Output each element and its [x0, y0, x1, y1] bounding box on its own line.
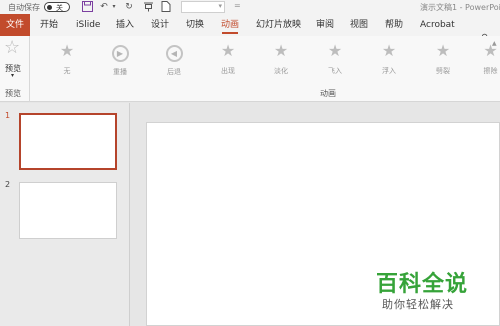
effect-replay[interactable]: ▶ 重播 [105, 42, 135, 76]
animation-group-label: 动画 [320, 89, 336, 98]
powerpoint-window: 自动保存 关 ↶ ▾ ↻ ▾ = 演示文稿1 - PowerPoint 文件 开… [0, 0, 500, 326]
title-bar: 自动保存 关 ↶ ▾ ↻ ▾ = 演示文稿1 - PowerPoint [0, 0, 500, 14]
ribbon-tabs: 文件 开始 iSlide 插入 设计 切换 动画 幻灯片放映 审阅 视图 帮助 … [0, 14, 500, 44]
slide-thumbnail-pane[interactable]: 1 2 [0, 103, 130, 326]
effect-fly-in[interactable]: ★ 飞入 [320, 42, 350, 76]
float-in-icon: ★ [381, 41, 397, 60]
effect-fade[interactable]: ★ 淡化 [266, 42, 296, 76]
tab-file[interactable]: 文件 [0, 14, 30, 36]
autosave-toggle[interactable]: 关 [44, 2, 70, 12]
wipe-icon: ★ [483, 42, 498, 60]
tab-acrobat[interactable]: Acrobat [420, 14, 455, 36]
effect-label: 劈裂 [436, 67, 450, 75]
effect-none[interactable]: ★ 无 [52, 42, 82, 76]
slide-thumbnail-2[interactable] [19, 182, 117, 239]
document-title: 演示文稿1 - PowerPoint [420, 3, 500, 12]
tab-review[interactable]: 审阅 [316, 14, 334, 36]
effect-back[interactable]: ◀ 后退 [159, 42, 189, 76]
star-icon: ★ [59, 41, 75, 60]
effect-wipe[interactable]: ★ 擦除 [481, 42, 500, 76]
preview-star-icon[interactable]: ☆ [4, 38, 20, 58]
slide-number: 2 [5, 180, 11, 189]
watermark-title: 百科全说 [376, 272, 469, 297]
save-icon[interactable] [81, 1, 93, 13]
tab-animations[interactable]: 动画 [221, 14, 239, 36]
tab-help[interactable]: 帮助 [385, 14, 403, 36]
back-icon: ◀ [159, 42, 189, 62]
tab-slideshow[interactable]: 幻灯片放映 [256, 14, 301, 36]
from-beginning-icon[interactable] [142, 1, 154, 13]
effect-appear[interactable]: ★ 出现 [213, 42, 243, 76]
slide-number: 1 [5, 111, 11, 120]
gallery-scroll-up-icon[interactable]: ▲ [492, 40, 497, 47]
tab-design[interactable]: 设计 [151, 14, 169, 36]
toggle-knob [47, 5, 52, 10]
preview-group-label: 预览 [5, 89, 21, 98]
qat-dropdown[interactable]: ▾ [181, 1, 225, 13]
redo-icon[interactable]: ↻ [123, 1, 135, 13]
tab-islide[interactable]: iSlide [76, 14, 100, 36]
effect-label: 出现 [221, 67, 235, 75]
preview-group: ☆ 预览 ▾ 预览 [0, 36, 30, 102]
appear-icon: ★ [220, 41, 236, 60]
effect-label: 后退 [167, 68, 181, 76]
split-icon: ★ [435, 41, 451, 60]
tab-transitions[interactable]: 切换 [186, 14, 204, 36]
undo-dropdown-icon[interactable]: ▾ [108, 1, 120, 13]
new-file-icon[interactable] [160, 1, 172, 13]
effect-label: 浮入 [382, 67, 396, 75]
effect-label: 重播 [113, 68, 127, 76]
tab-insert[interactable]: 插入 [116, 14, 134, 36]
effect-label: 淡化 [274, 67, 288, 75]
chevron-down-icon: ▾ [218, 2, 222, 10]
effect-float-in[interactable]: ★ 浮入 [374, 42, 404, 76]
effect-split[interactable]: ★ 劈裂 [428, 42, 458, 76]
tab-view[interactable]: 视图 [350, 14, 368, 36]
effect-label: 飞入 [328, 67, 342, 75]
chevron-down-icon[interactable]: ▾ [11, 72, 14, 79]
fly-in-icon: ★ [327, 41, 343, 60]
ribbon: ☆ 预览 ▾ 预览 ★ 无 ▶ 重播 ◀ 后退 ★ 出现 ★ 淡化 ★ 飞入 ★… [0, 36, 500, 102]
fade-icon: ★ [273, 41, 289, 60]
slide-thumbnail-1[interactable] [19, 113, 117, 170]
autosave-state: 关 [56, 4, 63, 12]
customize-qat-icon[interactable]: = [234, 1, 241, 10]
autosave-label: 自动保存 [8, 3, 40, 12]
effect-label: 擦除 [483, 67, 498, 75]
watermark-subtitle: 助你轻松解决 [382, 298, 454, 311]
replay-icon: ▶ [105, 42, 135, 62]
effect-label: 无 [63, 67, 71, 75]
tab-home[interactable]: 开始 [40, 14, 58, 36]
